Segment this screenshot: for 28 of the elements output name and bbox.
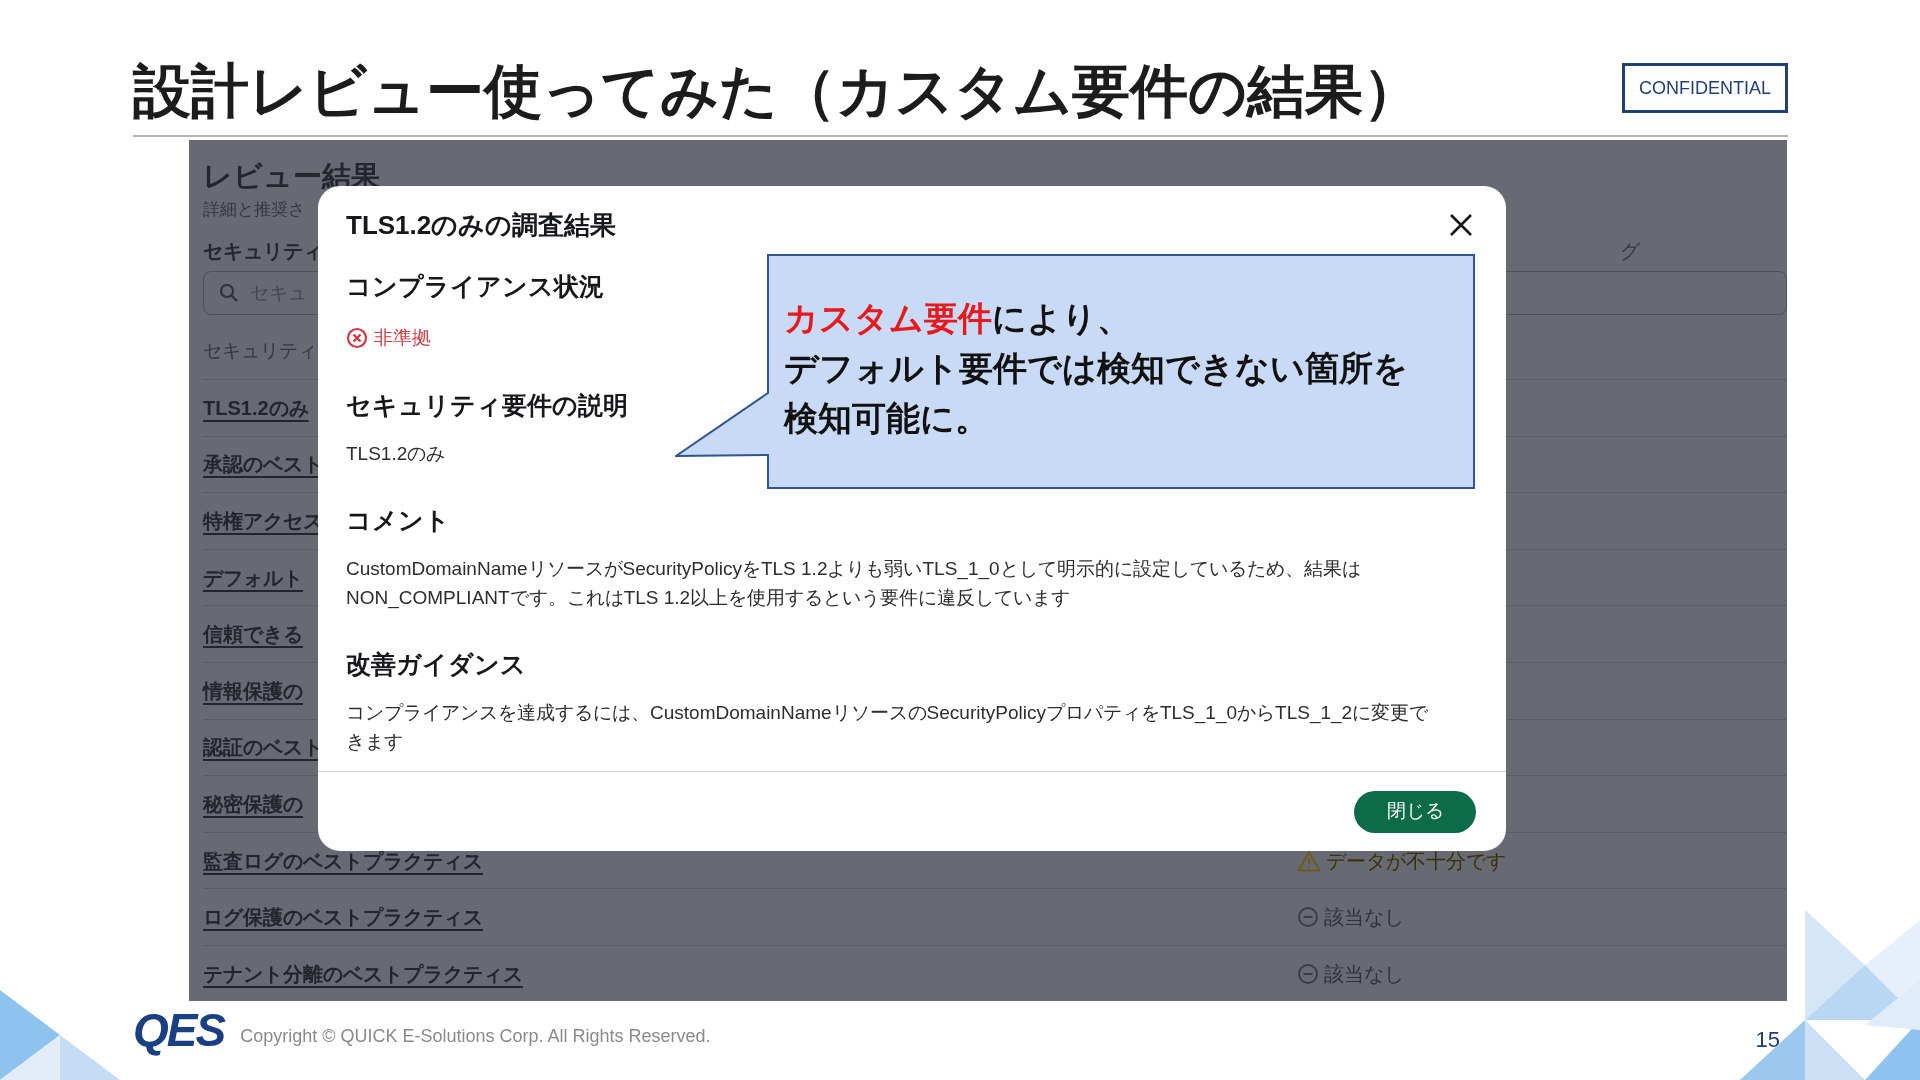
minus-circle-icon (1297, 906, 1319, 929)
section-heading: セキュリティ要件の説明 (346, 389, 628, 421)
x-circle-icon (346, 327, 368, 350)
warning-icon (1297, 849, 1321, 872)
filter-label: セキュリティ (203, 239, 323, 264)
compliance-status: 非準拠 (374, 326, 431, 350)
slide-title: 設計レビュー使ってみた（カスタム要件の結果） (133, 57, 1421, 125)
status-text: 該当なし (1324, 961, 1404, 987)
section-text: CustomDomainNameリソースがSecurityPolicyをTLS 1.2よりも弱いTLS_1_0として明示的に設定しているため、結果はNON_COMPLIANTです。これはTLS 1.2以上を使用するという要件に違反しています (346, 556, 1362, 611)
copyright-text: Copyright © QUICK E-Solutions Corp. All Rights Reserved. (240, 1025, 711, 1048)
section-text: TLS1.2のみ (346, 441, 446, 466)
section-heading: コメント (346, 504, 450, 536)
section-text: コンプライアンスを達成するには、CustomDomainNameリソースのSecurityPolicyプロパティをTLS_1_0からTLS_1_2に変更できます (346, 700, 1430, 754)
callout-text: カスタム要件により、 デフォルト要件では検知できない箇所を 検知可能に。 (784, 298, 1408, 439)
dialog-title: TLS1.2のみの調査結果 (346, 209, 617, 242)
section-heading: コンプライアンス状況 (346, 271, 604, 302)
review-item-link[interactable]: テナント分離のベストプラクティス (203, 958, 1297, 989)
section-heading: 改善ガイダンス (346, 648, 526, 680)
company-logo: QES (133, 1003, 225, 1056)
search-icon (219, 283, 239, 303)
close-icon (1449, 213, 1473, 237)
confidential-label: CONFIDENTIAL (1622, 63, 1788, 113)
minus-circle-icon (1297, 962, 1319, 985)
status-text: データが不十分です (1326, 848, 1506, 874)
status-text: 該当なし (1324, 905, 1404, 931)
close-dialog-button[interactable]: 閉じる (1354, 790, 1476, 833)
page-number: 15 (1755, 1026, 1780, 1054)
review-item-link[interactable]: ログ保護のベストプラクティス (203, 902, 1297, 933)
